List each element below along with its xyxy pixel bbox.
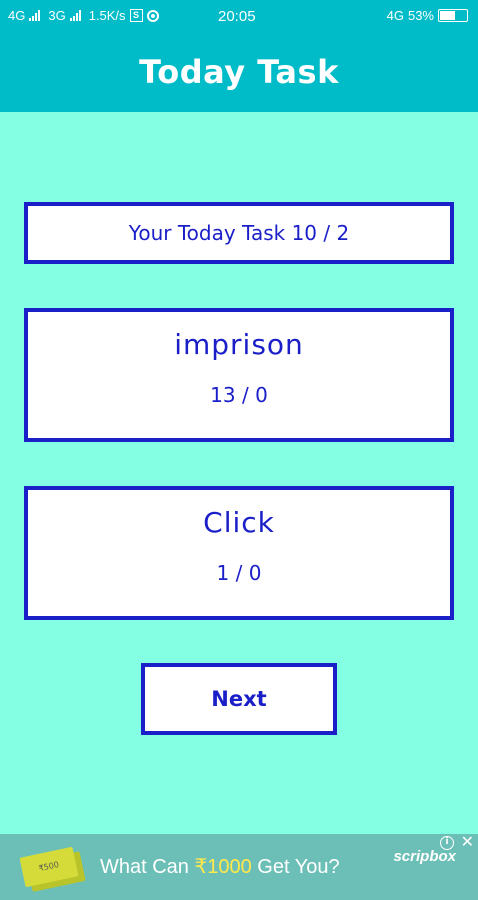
battery-fill xyxy=(440,11,455,20)
money-note-image: ₹500 xyxy=(19,846,79,888)
info-icon[interactable]: i xyxy=(440,836,454,850)
word-text: imprison xyxy=(174,328,304,361)
network-type-3: 4G xyxy=(386,8,404,23)
network-type-2: 3G xyxy=(48,8,66,23)
network-type-1: 4G xyxy=(8,8,26,23)
word-card[interactable]: imprison 13 / 0 xyxy=(24,308,454,442)
ad-banner[interactable]: ₹500 What Can ₹1000 Get You? scripbox i … xyxy=(0,834,478,900)
signal-icon xyxy=(29,10,41,21)
next-button[interactable]: Next xyxy=(141,663,337,735)
task-summary-label: Your Today Task 10 / 2 xyxy=(128,221,350,245)
page-title: Today Task xyxy=(139,53,339,91)
close-icon[interactable]: ✕ xyxy=(461,834,474,850)
battery-percent: 53% xyxy=(407,8,434,23)
chrome-icon xyxy=(146,9,159,22)
word-count: 13 / 0 xyxy=(210,383,268,407)
s-notification-icon: S xyxy=(129,9,143,22)
ad-amount: ₹1000 xyxy=(194,856,252,878)
task-summary-box: Your Today Task 10 / 2 xyxy=(24,202,454,264)
network-speed: 1.5K/s xyxy=(88,8,126,23)
click-label: Click xyxy=(203,506,275,539)
signal-icon-2 xyxy=(69,10,81,21)
app-bar: Today Task xyxy=(0,32,478,112)
ad-text-after: Get You? xyxy=(251,856,340,878)
status-bar: 4G 3G 1.5K/s S 20:05 4G 53% xyxy=(0,0,478,32)
click-card[interactable]: Click 1 / 0 xyxy=(24,486,454,620)
status-bar-left: 4G 3G 1.5K/s S xyxy=(8,8,159,23)
clock: 20:05 xyxy=(218,8,256,25)
ad-text-before: What Can xyxy=(100,856,195,878)
next-button-label: Next xyxy=(211,687,267,711)
ad-text: What Can ₹1000 Get You? xyxy=(100,854,340,879)
ad-brand-logo: scripbox xyxy=(393,848,456,865)
click-count: 1 / 0 xyxy=(216,561,262,585)
status-bar-right: 4G 53% xyxy=(387,8,468,23)
battery-icon xyxy=(438,9,468,22)
